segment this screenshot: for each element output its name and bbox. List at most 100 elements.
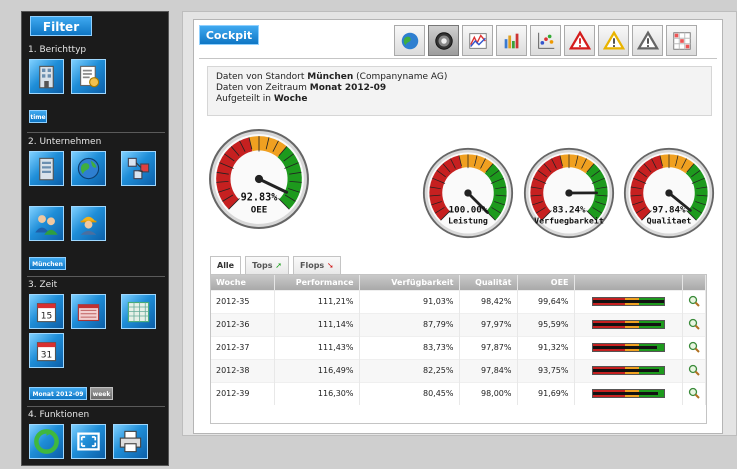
zoom-icon[interactable] bbox=[688, 387, 700, 399]
cell-performance: 111,14% bbox=[274, 312, 360, 336]
cell-qualitaet: 97,84% bbox=[459, 358, 518, 382]
week-tag[interactable]: week bbox=[90, 387, 113, 400]
gauge-label: Qualitaet bbox=[647, 215, 692, 225]
tab-flops[interactable]: Flops ➘ bbox=[293, 256, 341, 274]
leistung-gauge: 100.00% Leistung bbox=[422, 147, 514, 239]
print-button[interactable] bbox=[113, 424, 148, 459]
cell-woche: 2012-39 bbox=[211, 381, 275, 405]
toolbar-warning-yellow-button[interactable] bbox=[598, 25, 629, 56]
gauge-value: 83.24% bbox=[552, 204, 586, 215]
gauge-label: Verfuegbarkeit bbox=[534, 215, 604, 225]
zoom-icon[interactable] bbox=[688, 295, 700, 307]
bar-chart-icon bbox=[504, 33, 518, 48]
filter-sidebar: Filter 1. Berichttyp time 2. Unternehmen… bbox=[21, 11, 169, 466]
toolbar-line-chart-button[interactable] bbox=[462, 25, 493, 56]
users-button[interactable] bbox=[29, 206, 64, 241]
report-icon bbox=[80, 65, 100, 88]
table-row[interactable]: 2012-36 111,14% 87,79% 97,97% 95,59% bbox=[211, 312, 706, 336]
info-zeitraum: Daten von Zeitraum Monat 2012-09 bbox=[216, 83, 387, 93]
calendar-month-button[interactable] bbox=[71, 294, 106, 329]
toolbar-grid-chart-button[interactable] bbox=[666, 25, 697, 56]
toolbar-scatter-chart-button[interactable] bbox=[530, 25, 561, 56]
toolbar-gauge-button[interactable] bbox=[428, 25, 459, 56]
gauge-dial: 92.83% OEE bbox=[209, 129, 309, 229]
arrow-down-icon: ➘ bbox=[327, 261, 334, 270]
tab-alle[interactable]: Alle bbox=[210, 256, 242, 274]
col-performance[interactable]: Performance bbox=[274, 275, 360, 290]
factory-button[interactable] bbox=[29, 151, 64, 186]
worker-icon bbox=[80, 216, 97, 235]
gauge-value: 92.83% bbox=[241, 192, 279, 203]
cell-verfuegbarkeit: 83,73% bbox=[359, 335, 460, 359]
toolbar-warning-red-button[interactable] bbox=[564, 25, 595, 56]
oee-level-fill bbox=[592, 300, 664, 303]
network-button[interactable] bbox=[121, 151, 156, 186]
oee-level-bar bbox=[591, 389, 665, 399]
col-action bbox=[682, 275, 706, 290]
cell-action bbox=[682, 381, 706, 405]
factory-icon bbox=[39, 157, 54, 181]
info-standort: Daten von Standort München (Companyname … bbox=[216, 72, 448, 82]
network-icon bbox=[127, 157, 150, 180]
gauge-icon bbox=[434, 31, 453, 50]
cell-performance: 116,30% bbox=[274, 381, 360, 405]
col-woche[interactable]: Woche bbox=[211, 275, 275, 290]
oee-level-bar bbox=[591, 366, 665, 375]
zoom-icon[interactable] bbox=[688, 318, 700, 330]
cockpit-title: Cockpit bbox=[199, 25, 259, 45]
filter-title: Filter bbox=[30, 16, 92, 36]
zoom-icon[interactable] bbox=[688, 364, 700, 376]
cell-oee: 91,69% bbox=[517, 381, 575, 405]
table-row[interactable]: 2012-39 116,30% 80,45% 98,00% 91,69% bbox=[211, 381, 706, 405]
toolbar-bar-chart-button[interactable] bbox=[496, 25, 527, 56]
cell-bar bbox=[574, 381, 683, 405]
cell-verfuegbarkeit: 82,25% bbox=[359, 358, 460, 382]
worker-button[interactable] bbox=[71, 206, 106, 241]
oee-level-bar bbox=[591, 343, 665, 352]
tab-tops[interactable]: Tops ➚ bbox=[245, 256, 289, 274]
cell-oee: 95,59% bbox=[517, 312, 575, 336]
cell-qualitaet: 97,87% bbox=[459, 335, 518, 359]
refresh-button[interactable] bbox=[29, 424, 64, 459]
scatter-chart-icon bbox=[537, 32, 554, 49]
info-box: Daten von Standort München (Companyname … bbox=[207, 66, 712, 116]
gauge-hub bbox=[464, 189, 472, 197]
globe-button[interactable] bbox=[71, 151, 106, 186]
grid-chart-icon bbox=[672, 31, 691, 50]
report-button[interactable] bbox=[71, 59, 106, 94]
table-header-row: Woche Performance Verfügbarkeit Qualität… bbox=[211, 275, 706, 290]
globe-icon bbox=[401, 32, 418, 49]
building-button[interactable] bbox=[29, 59, 64, 94]
cell-qualitaet: 97,97% bbox=[459, 312, 518, 336]
qualitaet-gauge: 97.84% Qualitaet bbox=[623, 147, 715, 239]
oee-level-bar bbox=[591, 297, 665, 306]
divider bbox=[27, 406, 165, 407]
table-row[interactable]: 2012-35 111,21% 91,03% 98,42% 99,64% bbox=[211, 289, 706, 313]
toolbar-warning-grey-button[interactable] bbox=[632, 25, 663, 56]
toolbar-globe-button[interactable] bbox=[394, 25, 425, 56]
col-oee[interactable]: OEE bbox=[517, 275, 575, 290]
cell-woche: 2012-35 bbox=[211, 289, 275, 313]
fullscreen-button[interactable] bbox=[71, 424, 106, 459]
main-area: Cockpit Daten von Standort München (Comp… bbox=[182, 11, 737, 436]
col-verfuegbarkeit[interactable]: Verfügbarkeit bbox=[359, 275, 460, 290]
calendar-year-button[interactable] bbox=[121, 294, 156, 329]
table-row[interactable]: 2012-37 111,43% 83,73% 97,87% 91,32% bbox=[211, 335, 706, 359]
data-table: Woche Performance Verfügbarkeit Qualität… bbox=[210, 274, 707, 424]
col-qualitaet[interactable]: Qualität bbox=[459, 275, 518, 290]
cell-woche: 2012-37 bbox=[211, 335, 275, 359]
calendar-day-button[interactable]: 15 bbox=[29, 294, 64, 329]
gauge-hub bbox=[254, 174, 264, 184]
cell-qualitaet: 98,00% bbox=[459, 381, 518, 405]
gauge-value: 100.00% bbox=[449, 204, 488, 215]
calendar-end-button[interactable]: 31 bbox=[29, 333, 64, 368]
monat-tag[interactable]: Monat 2012-09 bbox=[29, 387, 87, 400]
svg-text:31: 31 bbox=[41, 350, 52, 360]
oee-gauge: 92.83% OEE bbox=[208, 128, 310, 230]
printer-icon bbox=[119, 430, 142, 453]
table-row[interactable]: 2012-38 116,49% 82,25% 97,84% 93,75% bbox=[211, 358, 706, 382]
cell-action bbox=[682, 358, 706, 382]
muenchen-tag[interactable]: München bbox=[29, 257, 66, 270]
time-tag[interactable]: time bbox=[29, 110, 47, 123]
zoom-icon[interactable] bbox=[688, 341, 700, 353]
